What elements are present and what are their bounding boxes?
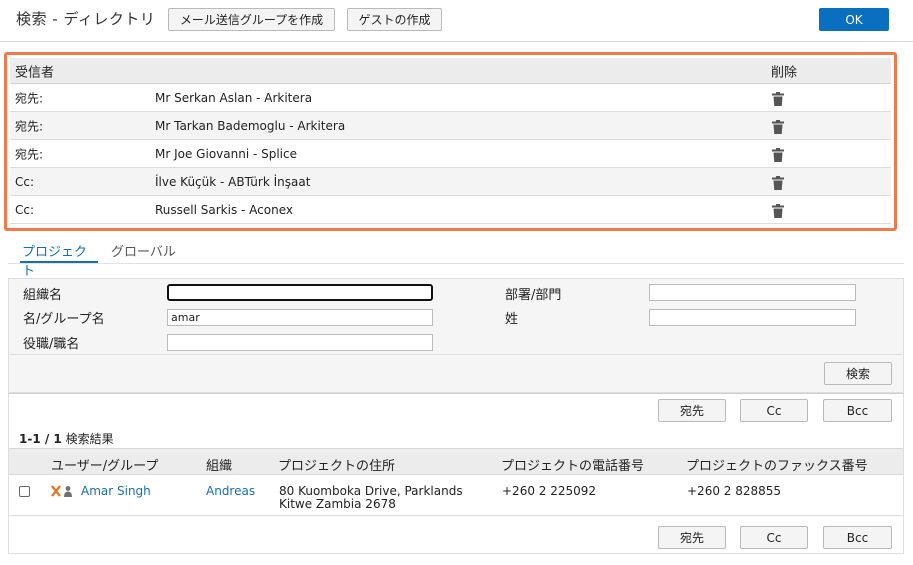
surname-field[interactable] [649,309,856,326]
results-panel: 宛先 Cc Bcc 1-1 / 1 検索結果 ユーザー/グループ 組織 プロジェ… [8,393,904,554]
recipient-name: Mr Tarkan Bademoglu - Arkitera [155,118,346,133]
row-checkbox[interactable] [19,486,30,497]
recipient-row: 宛先: Mr Joe Giovanni - Splice [10,140,891,168]
trash-icon[interactable] [772,204,784,218]
address-line1: 80 Kuomboka Drive, Parklands [279,484,463,498]
address-line2: Kitwe Zambia 2678 [279,497,396,511]
recipient-name: İlve Küçük - ABTürk İnşaat [155,174,311,189]
delete-column-header: 削除 [771,65,798,80]
directory-tabs: プロジェクト グローバル [8,240,904,279]
tab-project[interactable]: プロジェクト [20,241,98,279]
recipient-row: 宛先: Mr Tarkan Bademoglu - Arkitera [10,112,891,140]
recipient-column-header: 受信者 [15,65,55,80]
trash-icon[interactable] [772,176,784,190]
user-type-icon [51,485,72,497]
name-label: 名/グループ名 [23,312,105,327]
add-cc-button[interactable]: Cc [740,399,808,422]
job-title-field[interactable] [167,334,433,351]
ok-button[interactable]: OK [819,8,889,31]
recipient-row: Cc: İlve Küçük - ABTürk İnşaat [10,168,891,196]
org-label: 組織名 [23,288,63,303]
add-bcc-button-bottom[interactable]: Bcc [823,526,892,549]
results-range: 1-1 / 1 [19,432,62,446]
search-form: 組織名 名/グループ名 役職/職名 部署/部門 姓 [8,278,904,354]
user-name-link[interactable]: Amar Singh [81,484,151,498]
org-link[interactable]: Andreas [206,484,255,498]
department-field[interactable] [649,284,856,301]
top-bar: 検索 - ディレクトリ メール送信グループを作成 ゲストの作成 OK [0,0,913,42]
tab-global[interactable]: グローバル [111,241,176,263]
search-bar: 検索 [8,354,904,393]
add-bcc-button[interactable]: Bcc [823,399,892,422]
trash-icon[interactable] [772,120,784,134]
recipient-type: Cc: [15,174,35,189]
recipient-name: Mr Joe Giovanni - Splice [155,146,297,161]
results-count: 1-1 / 1 検索結果 [19,430,114,447]
search-button[interactable]: 検索 [824,362,892,385]
surname-label: 姓 [505,312,519,327]
recipient-name: Russell Sarkis - Aconex [155,202,293,217]
add-cc-button-bottom[interactable]: Cc [740,526,808,549]
table-row: Amar Singh Andreas 80 Kuomboka Drive, Pa… [9,476,903,516]
results-table-header: ユーザー/グループ 組織 プロジェクトの住所 プロジェクトの電話番号 プロジェク… [9,448,903,475]
trash-icon[interactable] [772,148,784,162]
recipient-row: Cc: Russell Sarkis - Aconex [10,196,891,224]
name-field[interactable] [167,309,433,326]
trash-icon[interactable] [772,92,784,106]
add-to-button[interactable]: 宛先 [658,399,726,422]
column-header-org: 組織 [206,459,233,474]
recipient-type: 宛先: [15,91,44,105]
fax-value: +260 2 828855 [687,484,782,498]
results-suffix: 検索結果 [61,432,114,446]
department-label: 部署/部門 [505,288,562,303]
column-header-fax: プロジェクトのファックス番号 [686,459,868,474]
recipient-row: 宛先: Mr Serkan Aslan - Arkitera [10,84,891,112]
create-mail-group-button[interactable]: メール送信グループを作成 [168,8,335,31]
recipient-type: 宛先: [15,119,44,133]
column-header-address: プロジェクトの住所 [278,459,396,474]
page-title: 検索 - ディレクトリ [16,10,156,28]
recipients-table: 受信者 削除 宛先: Mr Serkan Aslan - Arkitera 宛先… [10,58,891,224]
create-guest-button[interactable]: ゲストの作成 [347,8,442,31]
org-field[interactable] [167,284,433,301]
job-title-label: 役職/職名 [23,337,80,352]
recipients-panel: 受信者 削除 宛先: Mr Serkan Aslan - Arkitera 宛先… [4,52,897,231]
add-to-button-bottom[interactable]: 宛先 [658,526,726,549]
recipient-type: Cc: [15,202,35,217]
recipient-type: 宛先: [15,147,44,161]
column-header-user: ユーザー/グループ [51,459,159,474]
column-header-phone: プロジェクトの電話番号 [501,459,645,474]
phone-value: +260 2 225092 [502,484,597,498]
recipients-header: 受信者 削除 [10,58,891,84]
recipient-name: Mr Serkan Aslan - Arkitera [155,90,313,105]
